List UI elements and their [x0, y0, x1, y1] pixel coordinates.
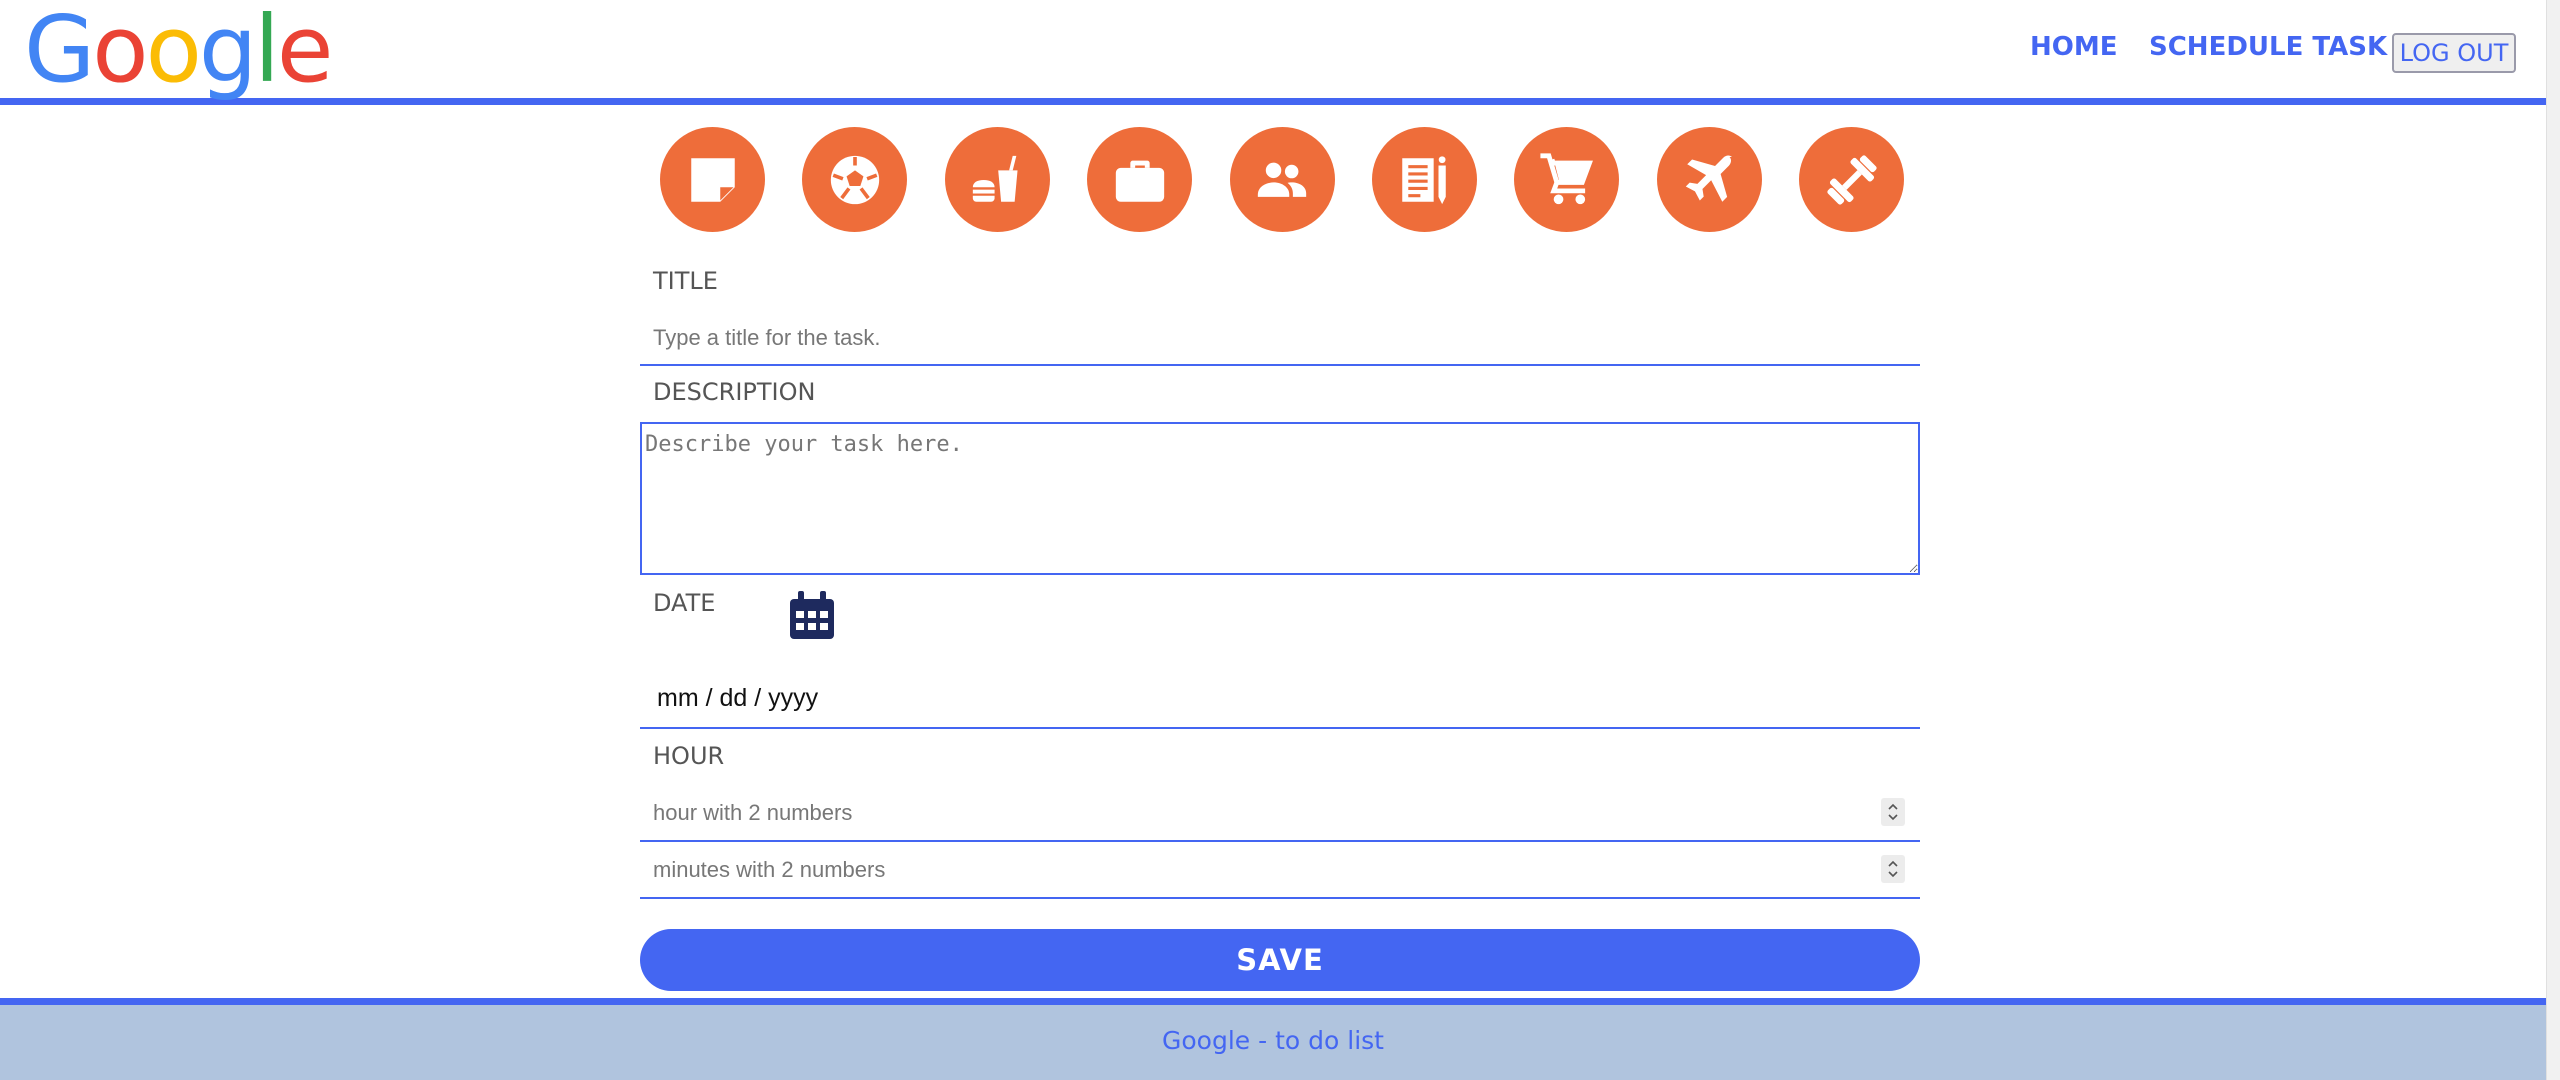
note-icon	[690, 157, 735, 202]
spinner-arrows-icon	[1888, 860, 1898, 878]
description-textarea[interactable]	[640, 422, 1920, 575]
dumbbell-icon	[1826, 154, 1877, 205]
date-underline	[640, 727, 1920, 729]
logo-letter: e	[276, 0, 334, 103]
date-input[interactable]: mm / dd / yyyy	[657, 684, 818, 713]
hour-label: HOUR	[653, 742, 725, 770]
category-notes[interactable]	[1371, 127, 1477, 232]
category-note[interactable]	[660, 127, 765, 232]
description-label: DESCRIPTION	[653, 378, 816, 406]
save-button[interactable]: SAVE	[640, 929, 1920, 991]
category-icons	[660, 127, 1904, 233]
category-fitness[interactable]	[1799, 127, 1904, 232]
calendar-icon[interactable]	[790, 591, 834, 639]
logo-letter: g	[198, 0, 257, 103]
date-label: DATE	[653, 589, 716, 617]
logo-letter: o	[92, 0, 148, 103]
logo-letter: G	[24, 0, 95, 103]
category-food[interactable]	[944, 127, 1050, 232]
nav-schedule-task-link[interactable]: SCHEDULE TASK	[2149, 32, 2387, 62]
notepad-pencil-icon	[1402, 155, 1447, 204]
footer: Google - to do list	[0, 998, 2546, 1080]
minutes-spinner[interactable]	[1881, 855, 1905, 883]
spinner-arrows-icon	[1888, 803, 1898, 821]
category-sports[interactable]	[802, 127, 908, 232]
category-shopping[interactable]	[1514, 127, 1620, 232]
nav-home-link[interactable]: HOME	[2030, 32, 2118, 62]
title-input[interactable]	[640, 312, 1920, 366]
google-logo[interactable]: Google	[24, 0, 334, 103]
minutes-input[interactable]	[640, 842, 1920, 899]
briefcase-icon	[1115, 160, 1164, 202]
category-work[interactable]	[1087, 127, 1193, 232]
title-label: TITLE	[653, 267, 718, 295]
soccer-ball-icon	[830, 155, 880, 204]
shopping-cart-icon	[1540, 152, 1593, 204]
airplane-icon	[1685, 155, 1733, 202]
hour-spinner[interactable]	[1881, 798, 1905, 826]
category-people[interactable]	[1229, 127, 1335, 232]
fast-food-icon	[973, 155, 1018, 202]
category-travel[interactable]	[1656, 127, 1762, 232]
top-header: Google HOME SCHEDULE TASK LOG OUT	[0, 0, 2546, 105]
logo-letter: o	[145, 0, 202, 103]
page-scrollbar[interactable]	[2546, 0, 2560, 1080]
footer-text: Google - to do list	[1162, 1026, 1384, 1055]
hour-input[interactable]	[640, 785, 1920, 842]
logo-letter: l	[254, 0, 280, 103]
people-icon	[1257, 162, 1307, 197]
logout-button[interactable]: LOG OUT	[2392, 33, 2516, 73]
